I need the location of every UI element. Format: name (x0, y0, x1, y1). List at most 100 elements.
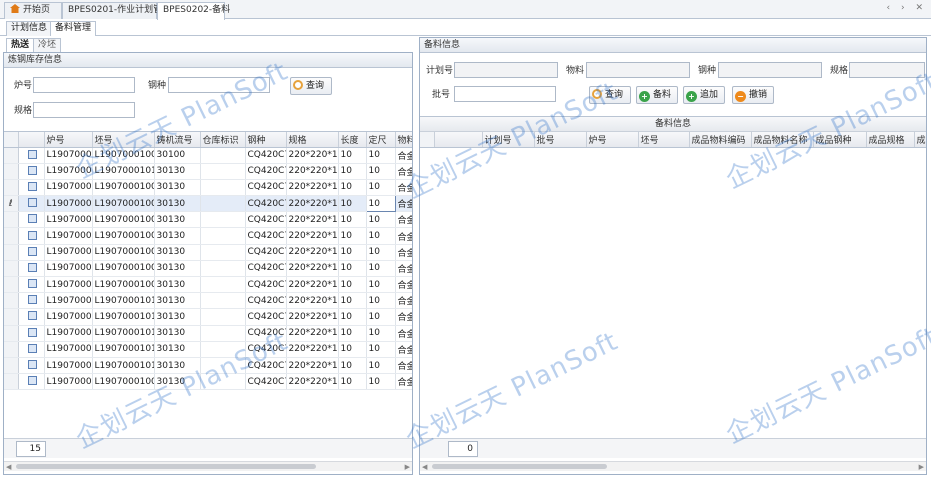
table-cell[interactable] (200, 357, 246, 375)
table-cell[interactable]: 10 (366, 211, 396, 229)
table-cell[interactable]: 合金 (395, 276, 412, 294)
row-icon-cell[interactable] (18, 357, 45, 375)
row-indicator[interactable]: ℓ (4, 195, 19, 213)
right-steel-grade-input[interactable] (718, 62, 822, 78)
table-cell[interactable]: 220*220*10 (286, 341, 339, 358)
tab-material-prep[interactable]: 备料管理 (50, 21, 97, 36)
table-cell[interactable]: 220*220*10 (286, 163, 339, 180)
column-header[interactable]: 定尺 (366, 132, 396, 148)
table-row[interactable]: L19070001L1907000101230130 CQ420C7220*220… (4, 325, 412, 342)
row-indicator[interactable] (4, 179, 19, 197)
row-indicator[interactable] (4, 227, 19, 245)
steel-grade-input[interactable] (168, 77, 270, 93)
table-cell[interactable] (200, 211, 246, 229)
column-header[interactable]: 物料 (395, 132, 412, 148)
column-header[interactable]: 批号 (534, 132, 587, 148)
table-cell[interactable]: 合金 (395, 227, 412, 245)
table-cell[interactable] (200, 244, 246, 261)
table-cell[interactable] (200, 308, 246, 326)
table-cell[interactable]: 合金 (395, 325, 412, 342)
row-icon-cell[interactable] (18, 179, 45, 197)
table-cell[interactable]: L19070001014 (92, 357, 155, 375)
table-cell[interactable]: 10 (338, 195, 367, 213)
table-cell[interactable]: 30130 (154, 179, 201, 197)
row-icon-cell[interactable] (18, 325, 45, 342)
table-cell[interactable]: L19070001007 (92, 244, 155, 261)
table-cell[interactable]: CQ420C7 (245, 227, 287, 245)
scroll-left-icon[interactable]: ◀ (422, 462, 427, 472)
plan-no-input[interactable] (454, 62, 558, 78)
table-cell[interactable]: 合金 (395, 195, 412, 213)
table-cell[interactable]: 220*220*10 (286, 244, 339, 261)
column-header[interactable]: 成品钢种 (813, 132, 867, 148)
table-cell[interactable]: L19070001 (44, 292, 93, 310)
table-cell[interactable]: CQ420C7 (245, 179, 287, 197)
table-row[interactable]: L19070001L1907000100330130 CQ420C7220*220… (4, 179, 412, 197)
table-cell[interactable]: 10 (338, 211, 367, 229)
table-cell[interactable]: 10 (338, 260, 367, 278)
table-cell[interactable]: 合金 (395, 211, 412, 229)
table-cell[interactable]: L19070001 (44, 260, 93, 278)
row-indicator[interactable] (4, 357, 19, 375)
table-row[interactable]: L19070001L1907000100130100 CQ420C7220*220… (4, 147, 412, 164)
row-icon-cell[interactable] (18, 163, 45, 180)
table-cell[interactable]: 30130 (154, 260, 201, 278)
table-cell[interactable]: 220*220*10 (286, 373, 339, 391)
row-indicator[interactable] (4, 308, 19, 326)
table-cell[interactable]: 30130 (154, 292, 201, 310)
table-row[interactable]: L19070001L1907000101130130 CQ420C7220*220… (4, 308, 412, 326)
table-cell[interactable]: L19070001006 (92, 227, 155, 245)
column-header[interactable]: 坯号 (638, 132, 690, 148)
table-cell[interactable]: L19070001011 (92, 308, 155, 326)
table-row[interactable]: L19070001L1907000100930130 CQ420C7220*220… (4, 276, 412, 294)
row-icon-cell[interactable] (18, 373, 45, 391)
table-cell[interactable]: 220*220*10 (286, 179, 339, 197)
table-cell[interactable]: L19070001012 (92, 325, 155, 342)
spec-input[interactable] (33, 102, 135, 118)
append-button[interactable]: + 追加 (683, 86, 725, 104)
table-cell[interactable]: L19070001 (44, 195, 93, 213)
table-cell[interactable]: 30130 (154, 227, 201, 245)
batch-no-input[interactable] (454, 86, 556, 102)
column-header[interactable]: 钢种 (245, 132, 287, 148)
table-cell[interactable]: 10 (366, 179, 396, 197)
table-cell[interactable]: 30130 (154, 211, 201, 229)
table-cell[interactable]: 合金 (395, 357, 412, 375)
left-query-button[interactable]: 查询 (290, 77, 332, 95)
table-cell[interactable]: 220*220*10 (286, 195, 339, 213)
scroll-right-icon[interactable]: ▶ (919, 462, 924, 472)
table-cell[interactable]: 10 (366, 341, 396, 358)
table-cell[interactable]: 220*220*10 (286, 292, 339, 310)
table-cell[interactable]: 10 (366, 308, 396, 326)
table-cell[interactable]: 10 (338, 244, 367, 261)
table-cell[interactable]: CQ420C7 (245, 163, 287, 180)
table-cell[interactable]: 合金 (395, 373, 412, 391)
table-cell[interactable]: L19070001 (44, 179, 93, 197)
prepare-material-button[interactable]: + 备料 (636, 86, 678, 104)
table-row[interactable]: L19070001L1907000100830130 CQ420C7220*220… (4, 260, 412, 278)
table-cell[interactable] (200, 227, 246, 245)
tab-hot-charge[interactable]: 热送 (6, 38, 35, 52)
table-cell[interactable]: 10 (338, 276, 367, 294)
table-cell[interactable]: CQ420C7 (245, 325, 287, 342)
right-scroll-thumb[interactable] (432, 464, 607, 469)
table-cell[interactable]: L19070001 (44, 227, 93, 245)
table-cell[interactable]: 30130 (154, 163, 201, 180)
tab-plan-info[interactable]: 计划信息 (6, 21, 53, 36)
table-cell[interactable] (200, 163, 246, 180)
row-indicator[interactable] (4, 276, 19, 294)
table-cell[interactable]: 10 (366, 227, 396, 245)
column-header[interactable]: 炉号 (586, 132, 639, 148)
table-cell[interactable]: 合金 (395, 179, 412, 197)
table-cell[interactable]: CQ420C7 (245, 357, 287, 375)
row-icon-cell[interactable] (18, 260, 45, 278)
table-cell[interactable]: 10 (338, 341, 367, 358)
table-cell[interactable]: 30130 (154, 244, 201, 261)
table-cell[interactable]: L19070001 (44, 276, 93, 294)
column-header[interactable]: 仓库标识 (200, 132, 246, 148)
table-cell[interactable]: CQ420C7 (245, 373, 287, 391)
table-cell[interactable]: 10 (338, 373, 367, 391)
table-cell[interactable]: 30130 (154, 308, 201, 326)
heat-no-input[interactable] (33, 77, 135, 93)
row-icon-cell[interactable] (18, 147, 45, 164)
